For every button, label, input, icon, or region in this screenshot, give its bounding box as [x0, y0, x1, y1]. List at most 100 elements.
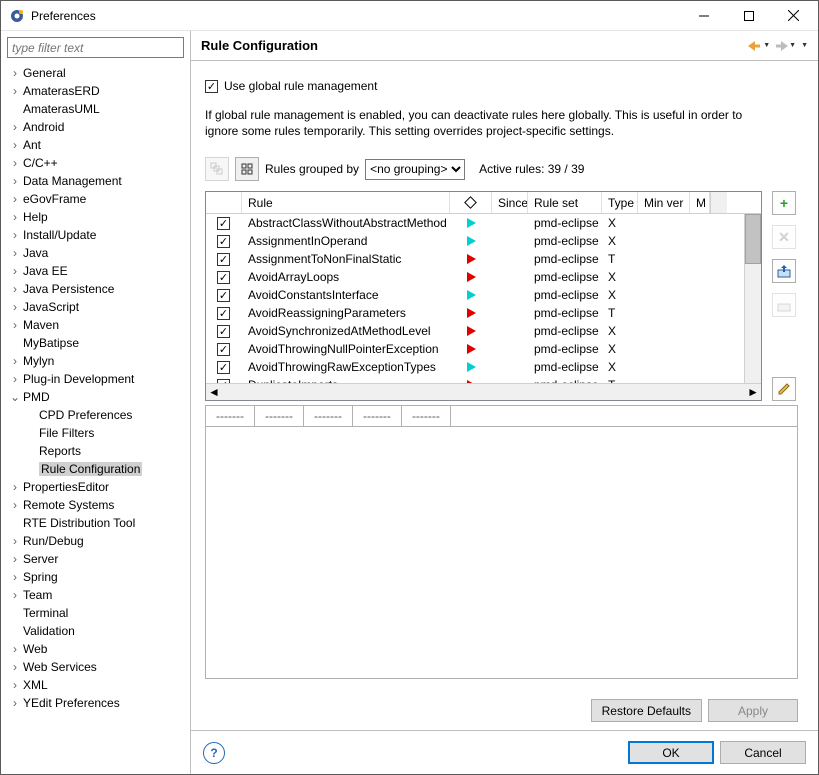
tree-item[interactable]: ›Help [7, 208, 190, 226]
forward-button[interactable]: ▼ [774, 41, 796, 51]
tree-item[interactable]: ▸RTE Distribution Tool [7, 514, 190, 532]
chevron-right-icon[interactable]: › [7, 318, 23, 332]
tree-item[interactable]: ›Team [7, 586, 190, 604]
tree-item[interactable]: ›Mylyn [7, 352, 190, 370]
tree-item[interactable]: ›Spring [7, 568, 190, 586]
add-rule-button[interactable]: + [772, 191, 796, 215]
chevron-right-icon[interactable]: › [7, 120, 23, 134]
back-button[interactable]: ▼ [748, 41, 770, 51]
table-row[interactable]: ✓DuplicateImportspmd-eclipseT [206, 376, 744, 383]
table-row[interactable]: ✓AssignmentToNonFinalStaticpmd-eclipseT [206, 250, 744, 268]
col-minver[interactable]: Min ver [638, 192, 690, 213]
col-rule[interactable]: Rule [242, 192, 450, 213]
table-row[interactable]: ✓AvoidConstantsInterfacepmd-eclipseX [206, 286, 744, 304]
chevron-right-icon[interactable]: › [7, 192, 23, 206]
chevron-right-icon[interactable]: › [7, 372, 23, 386]
row-checkbox[interactable]: ✓ [217, 325, 230, 338]
tree-item[interactable]: ›C/C++ [7, 154, 190, 172]
chevron-right-icon[interactable]: › [7, 642, 23, 656]
tree-item[interactable]: ›Web [7, 640, 190, 658]
chevron-right-icon[interactable]: ▸ [7, 626, 23, 637]
filter-input[interactable] [7, 37, 184, 58]
tree-item[interactable]: ›XML [7, 676, 190, 694]
tree-item[interactable]: ›Install/Update [7, 226, 190, 244]
tree-item[interactable]: ›AmaterasERD [7, 82, 190, 100]
tree-item[interactable]: ·File Filters [7, 424, 190, 442]
tree-item[interactable]: ·Rule Configuration [7, 460, 190, 478]
help-button[interactable]: ? [203, 742, 225, 764]
chevron-right-icon[interactable]: › [7, 498, 23, 512]
table-row[interactable]: ✓AvoidArrayLoopspmd-eclipseX [206, 268, 744, 286]
chevron-right-icon[interactable]: › [7, 534, 23, 548]
chevron-right-icon[interactable]: › [7, 552, 23, 566]
row-checkbox[interactable]: ✓ [217, 379, 230, 384]
tree-item[interactable]: ›Web Services [7, 658, 190, 676]
chevron-right-icon[interactable]: › [7, 156, 23, 170]
remove-rule-button[interactable]: ✕ [772, 225, 796, 249]
row-checkbox[interactable]: ✓ [217, 235, 230, 248]
group-select[interactable]: <no grouping> [365, 159, 465, 180]
chevron-right-icon[interactable]: ▸ [7, 608, 23, 619]
tree-item[interactable]: ▸Validation [7, 622, 190, 640]
tree-item[interactable]: ›Java Persistence [7, 280, 190, 298]
chevron-right-icon[interactable]: › [7, 138, 23, 152]
row-checkbox[interactable]: ✓ [217, 271, 230, 284]
chevron-right-icon[interactable]: › [7, 228, 23, 242]
chevron-right-icon[interactable]: › [7, 678, 23, 692]
restore-defaults-button[interactable]: Restore Defaults [591, 699, 702, 722]
preference-tree[interactable]: ›General›AmaterasERD▸AmaterasUML›Android… [5, 62, 190, 774]
tree-item[interactable]: ·CPD Preferences [7, 406, 190, 424]
tree-item[interactable]: ›General [7, 64, 190, 82]
tree-item[interactable]: ·Reports [7, 442, 190, 460]
vertical-scrollbar[interactable] [744, 214, 761, 383]
table-row[interactable]: ✓AvoidSynchronizedAtMethodLevelpmd-eclip… [206, 322, 744, 340]
tree-item[interactable]: ›Java [7, 244, 190, 262]
chevron-right-icon[interactable]: › [7, 354, 23, 368]
chevron-right-icon[interactable]: › [7, 588, 23, 602]
tree-item[interactable]: ⌄PMD [7, 388, 190, 406]
ok-button[interactable]: OK [628, 741, 714, 764]
detail-tab[interactable]: ------- [352, 405, 402, 426]
menu-button[interactable]: ▼ [800, 42, 808, 49]
chevron-right-icon[interactable]: › [7, 300, 23, 314]
col-m[interactable]: M [690, 192, 710, 213]
edit-button[interactable] [772, 377, 796, 401]
chevron-right-icon[interactable]: › [7, 660, 23, 674]
close-button[interactable] [771, 1, 816, 30]
tree-item[interactable]: ›Data Management [7, 172, 190, 190]
row-checkbox[interactable]: ✓ [217, 289, 230, 302]
tree-item[interactable]: ›Java EE [7, 262, 190, 280]
col-since[interactable]: Since [492, 192, 528, 213]
chevron-right-icon[interactable]: › [7, 696, 23, 710]
table-row[interactable]: ✓AssignmentInOperandpmd-eclipseX [206, 232, 744, 250]
chevron-right-icon[interactable]: ▸ [7, 338, 23, 349]
chevron-right-icon[interactable]: › [7, 210, 23, 224]
chevron-right-icon[interactable]: › [7, 264, 23, 278]
table-row[interactable]: ✓AvoidThrowingRawExceptionTypespmd-eclip… [206, 358, 744, 376]
chevron-right-icon[interactable]: › [7, 84, 23, 98]
detail-tab[interactable]: ------- [205, 405, 255, 426]
use-global-checkbox[interactable]: ✓ [205, 80, 218, 93]
detail-tab[interactable]: ------- [254, 405, 304, 426]
tree-item[interactable]: ›Ant [7, 136, 190, 154]
tree-item[interactable]: ▸MyBatipse [7, 334, 190, 352]
row-checkbox[interactable]: ✓ [217, 253, 230, 266]
chevron-right-icon[interactable]: › [7, 480, 23, 494]
tree-item[interactable]: ›PropertiesEditor [7, 478, 190, 496]
tree-item[interactable]: ›Android [7, 118, 190, 136]
col-priority[interactable] [450, 192, 492, 213]
expand-all-button[interactable] [205, 157, 229, 181]
table-body[interactable]: ✓AbstractClassWithoutAbstractMethodpmd-e… [206, 214, 744, 383]
col-type[interactable]: Type [602, 192, 638, 213]
tree-item[interactable]: ›YEdit Preferences [7, 694, 190, 712]
row-checkbox[interactable]: ✓ [217, 361, 230, 374]
chevron-right-icon[interactable]: ▸ [7, 104, 23, 115]
table-row[interactable]: ✓AbstractClassWithoutAbstractMethodpmd-e… [206, 214, 744, 232]
minimize-button[interactable] [681, 1, 726, 30]
chevron-right-icon[interactable]: › [7, 246, 23, 260]
col-checkbox[interactable] [206, 192, 242, 213]
chevron-right-icon[interactable]: › [7, 282, 23, 296]
tree-item[interactable]: ›Remote Systems [7, 496, 190, 514]
collapse-all-button[interactable] [235, 157, 259, 181]
detail-tab[interactable]: ------- [401, 405, 451, 426]
